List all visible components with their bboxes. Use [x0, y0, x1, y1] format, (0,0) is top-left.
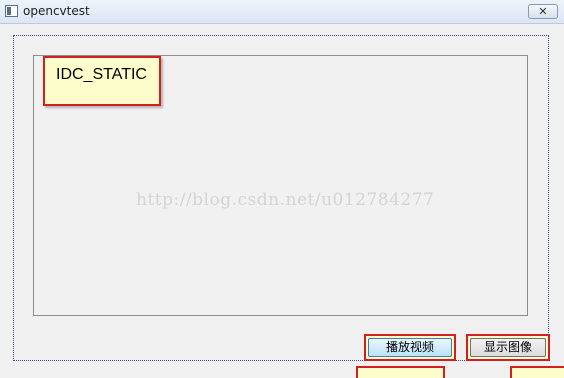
- play-video-button-face: 播放视频: [368, 338, 452, 357]
- static-label-text: IDC_STATIC: [56, 66, 147, 83]
- watermark: http://blog.csdn.net/u012784277: [136, 190, 435, 210]
- show-image-button[interactable]: 显示图像: [466, 334, 550, 361]
- static-label: IDC_STATIC: [43, 56, 161, 106]
- show-image-button-face: 显示图像: [470, 338, 546, 357]
- title-bar[interactable]: opencvtest ✕: [0, 0, 564, 24]
- highlight-stub-left: [356, 366, 445, 378]
- close-icon: ✕: [538, 5, 548, 18]
- window-title: opencvtest: [23, 4, 90, 18]
- play-video-button[interactable]: 播放视频: [364, 334, 456, 361]
- app-icon: [5, 5, 18, 17]
- highlight-stub-right: [510, 366, 564, 378]
- close-button[interactable]: ✕: [528, 4, 558, 19]
